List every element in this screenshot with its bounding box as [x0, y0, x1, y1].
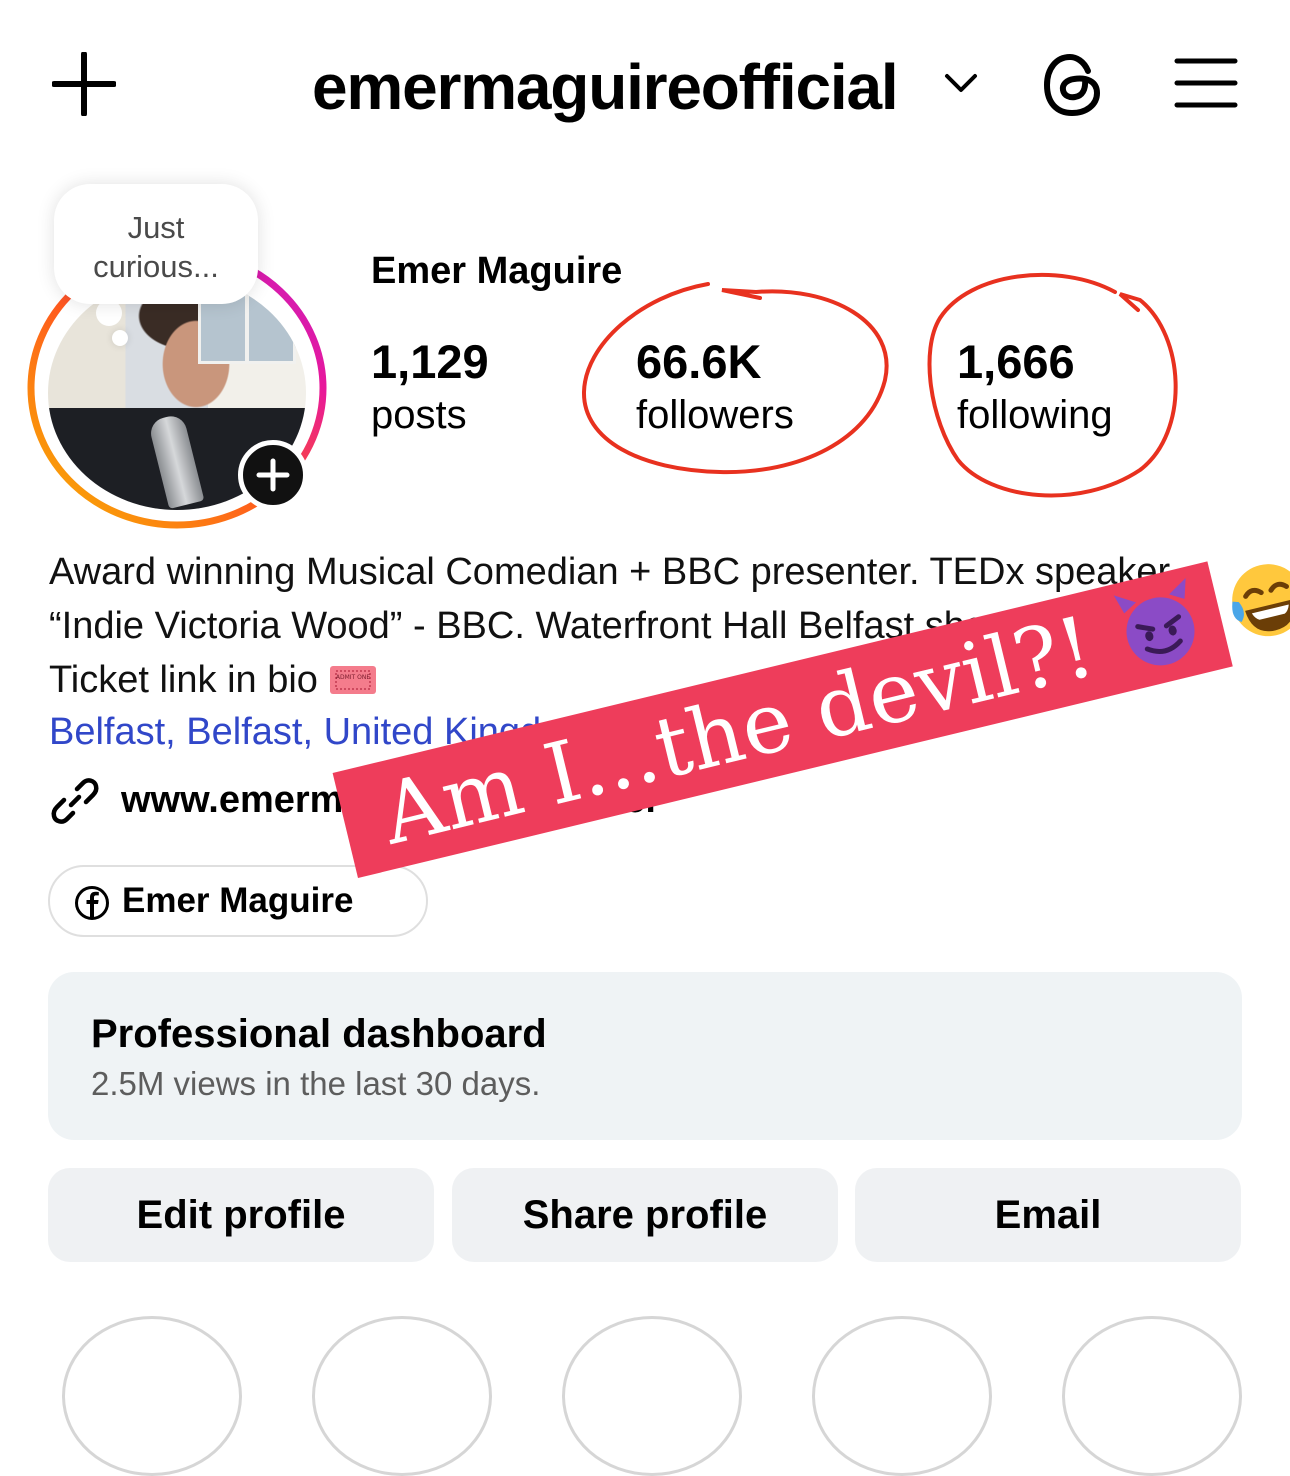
tears-of-joy-emoji-icon	[1232, 564, 1290, 637]
chevron-down-icon[interactable]	[943, 70, 979, 98]
note-line: Just	[127, 210, 185, 245]
followers-label: followers	[636, 393, 794, 437]
threads-icon[interactable]	[1042, 53, 1104, 117]
story-highlight[interactable]	[812, 1316, 992, 1476]
microphone-shape	[147, 412, 205, 510]
plus-icon	[256, 458, 290, 492]
profile-username[interactable]: emermaguireofficial	[312, 48, 899, 126]
story-highlight[interactable]	[312, 1316, 492, 1476]
story-highlight[interactable]	[562, 1316, 742, 1476]
note-bubble-tail	[112, 330, 128, 346]
facebook-icon	[75, 886, 109, 920]
display-name: Emer Maguire	[371, 250, 623, 292]
posts-label: posts	[371, 393, 467, 437]
followers-count: 66.6K	[636, 335, 762, 388]
following-count: 1,666	[957, 335, 1075, 388]
posts-count: 1,129	[371, 335, 489, 388]
add-content-plus-icon[interactable]	[52, 52, 116, 116]
following-label: following	[957, 393, 1113, 437]
email-button[interactable]: Email	[855, 1168, 1241, 1262]
ticket-emoji-icon: ADMIT ONE	[330, 666, 377, 694]
followers-stat[interactable]: 66.6K followers	[636, 336, 794, 442]
story-highlight[interactable]	[1062, 1316, 1242, 1476]
note-bubble[interactable]: Just curious...	[54, 184, 258, 304]
share-profile-button[interactable]: Share profile	[452, 1168, 838, 1262]
add-story-button[interactable]	[238, 440, 308, 510]
posts-stat[interactable]: 1,129 posts	[371, 336, 489, 442]
hamburger-menu-icon[interactable]	[1174, 57, 1238, 109]
edit-profile-button[interactable]: Edit profile	[48, 1168, 434, 1262]
note-line: curious...	[93, 249, 219, 284]
ticket-text: ADMIT ONE	[336, 674, 370, 681]
window-shape	[246, 286, 296, 364]
dashboard-subtitle: 2.5M views in the last 30 days.	[91, 1065, 541, 1102]
facebook-chip-label: Emer Maguire	[122, 881, 354, 920]
facebook-profile-chip[interactable]: Emer Maguire	[48, 865, 428, 937]
following-stat[interactable]: 1,666 following	[957, 336, 1113, 442]
smiling-devil-emoji-icon	[1113, 578, 1195, 666]
dashboard-title: Professional dashboard	[91, 1012, 547, 1056]
link-icon	[51, 778, 99, 824]
story-highlight[interactable]	[62, 1316, 242, 1476]
